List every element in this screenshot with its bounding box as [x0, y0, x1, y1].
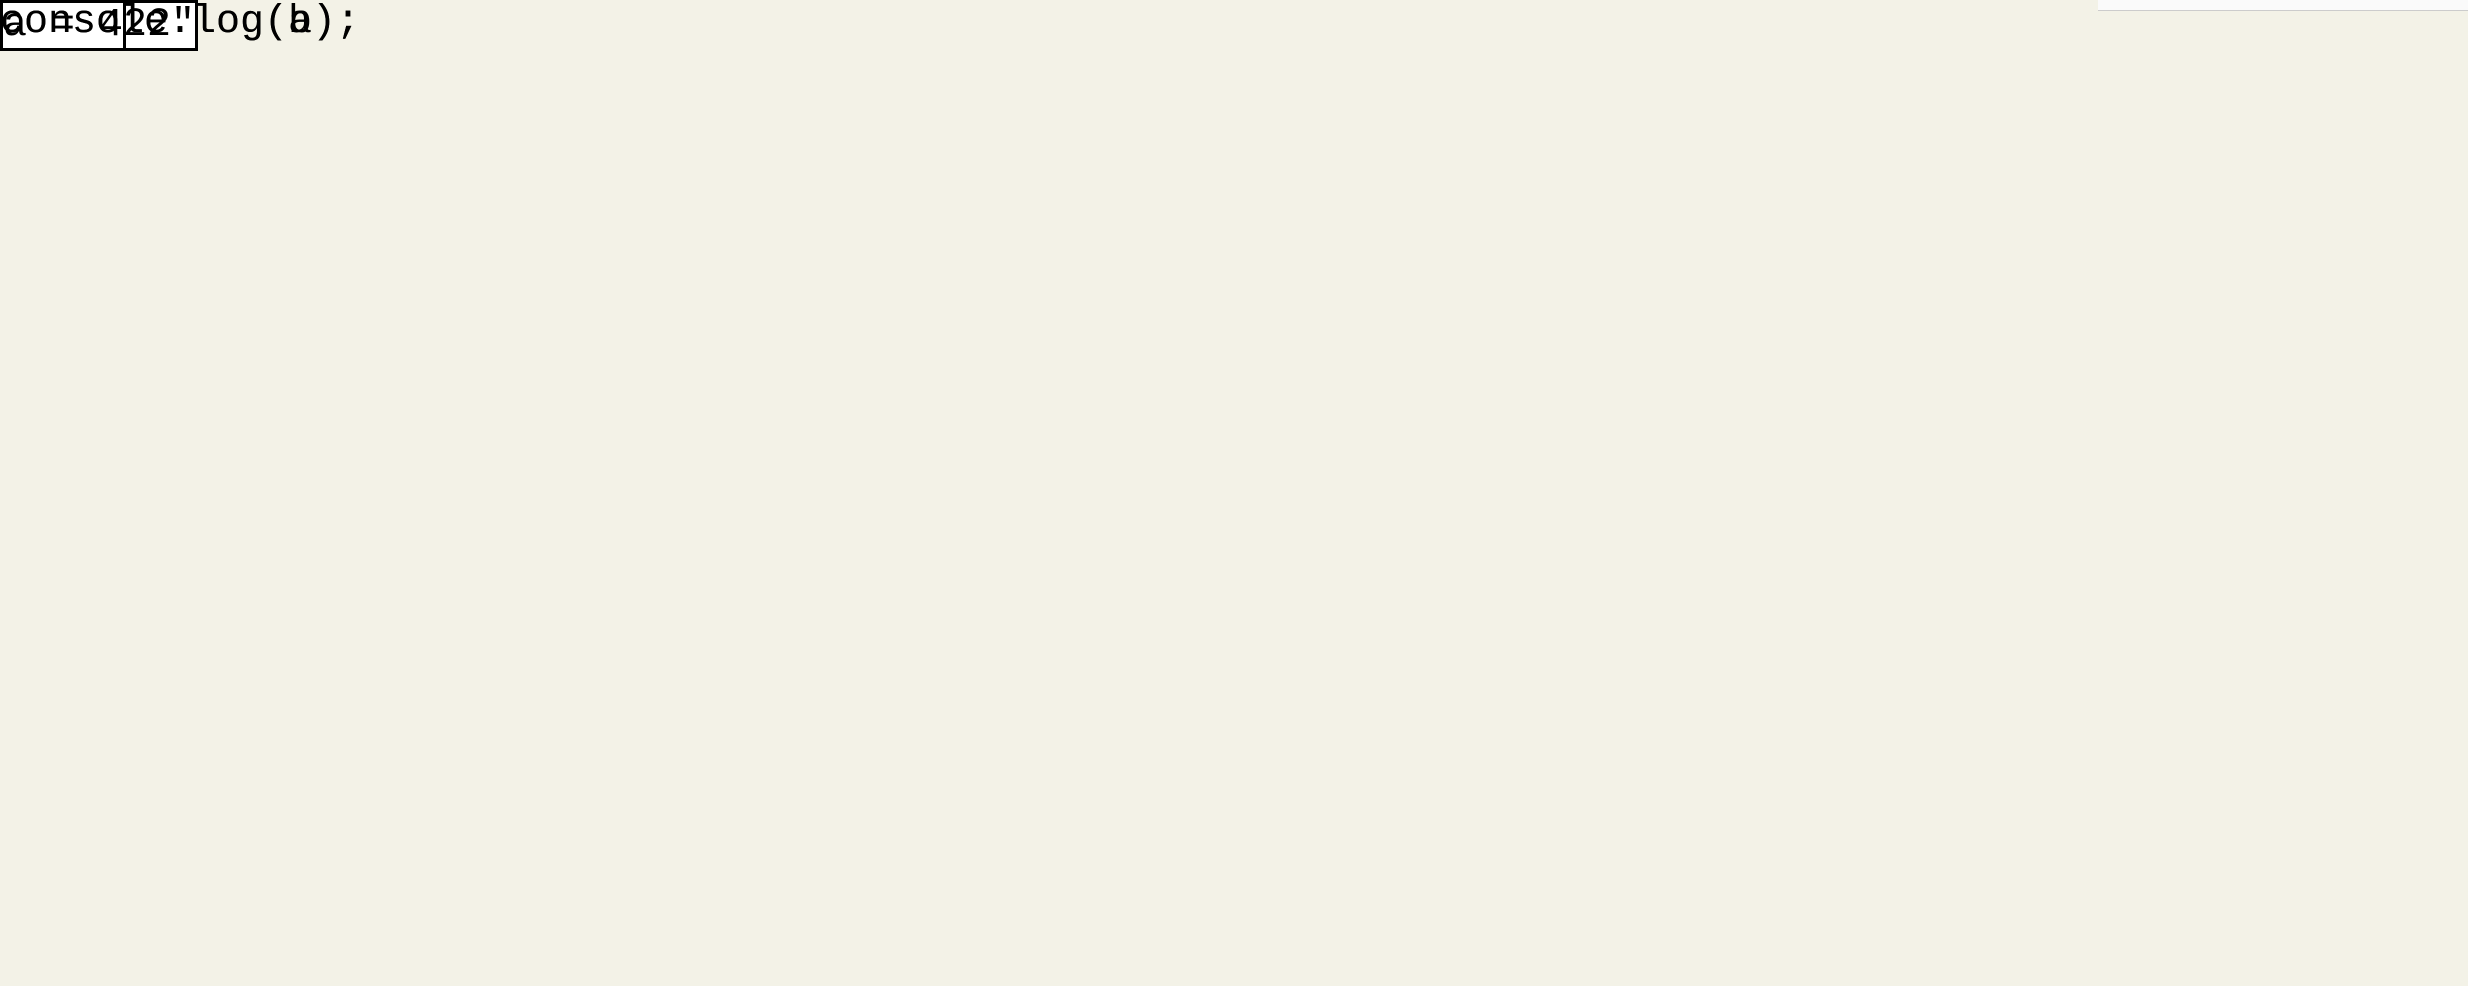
- console-log-b: console.log(b);: [0, 0, 360, 45]
- toolbar-fragment: [2098, 0, 2468, 11]
- diagram-stage: { "labels": { "lvl0": "0级链", "lvl1": "1级…: [0, 0, 2468, 986]
